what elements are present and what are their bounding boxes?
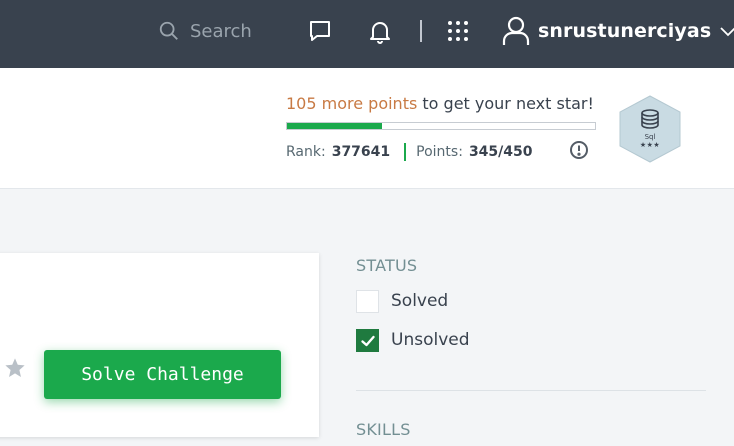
- username: snrustunerciyas: [538, 20, 712, 42]
- next-star-text: to get your next star!: [417, 94, 594, 113]
- skills-heading: SKILLS: [356, 420, 411, 439]
- info-icon[interactable]: [569, 140, 589, 160]
- star-progress-bar: [286, 122, 596, 130]
- solved-checkbox[interactable]: [356, 289, 379, 313]
- points-label: Points:: [416, 144, 463, 160]
- unsolved-checkbox[interactable]: [356, 328, 379, 352]
- sql-badge-icon[interactable]: [617, 94, 683, 164]
- messages-icon[interactable]: [307, 18, 333, 44]
- top-nav-bar: Search snrustunerciyas: [0, 0, 734, 68]
- apps-grid-icon[interactable]: [445, 18, 471, 44]
- rank-points-stats: Rank: 377641 Points: 345/450: [286, 143, 533, 161]
- search-icon: [159, 21, 178, 40]
- bookmark-star-icon[interactable]: [4, 357, 26, 379]
- search-box[interactable]: Search: [158, 18, 252, 44]
- user-menu[interactable]: snrustunerciyas: [502, 14, 734, 48]
- badge-stars: ★★★: [639, 142, 661, 149]
- challenge-card: [0, 253, 319, 437]
- badge-name: Sql: [644, 133, 656, 141]
- rank-label: Rank:: [286, 144, 326, 160]
- solve-challenge-button[interactable]: Solve Challenge: [44, 350, 281, 399]
- next-star-message: 105 more points to get your next star!: [286, 94, 594, 113]
- chevron-down-icon: [720, 27, 734, 37]
- more-points-text: 105 more points: [286, 94, 418, 113]
- user-icon: [502, 16, 530, 45]
- search-placeholder: Search: [190, 20, 252, 42]
- unsolved-label: Unsolved: [391, 330, 470, 350]
- points-value: 345/450: [468, 144, 533, 160]
- filter-option-solved[interactable]: Solved: [356, 289, 448, 313]
- filter-option-unsolved[interactable]: Unsolved: [356, 328, 470, 352]
- nav-divider: [420, 20, 422, 42]
- notifications-icon[interactable]: [367, 18, 393, 44]
- status-heading: STATUS: [356, 256, 418, 275]
- filter-divider: [356, 390, 706, 391]
- solved-label: Solved: [391, 291, 449, 311]
- stats-separator: [404, 143, 407, 161]
- rank-value: 377641: [331, 144, 391, 160]
- checkmark-icon: [361, 335, 375, 346]
- star-progress-fill: [287, 123, 382, 129]
